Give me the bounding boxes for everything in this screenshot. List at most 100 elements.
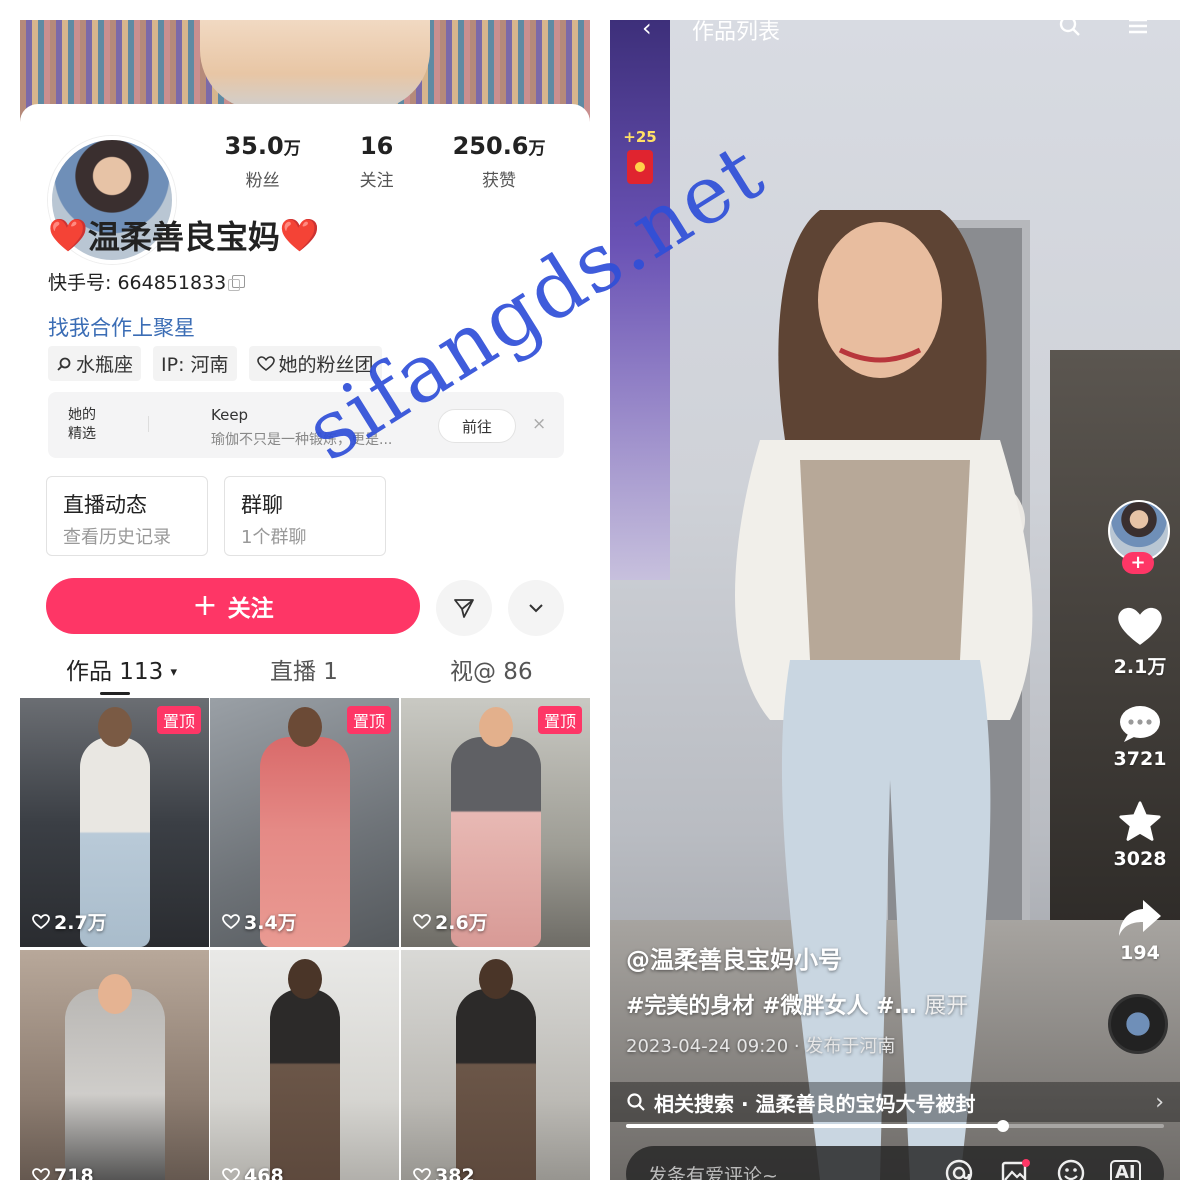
stat-label: 关注 <box>359 171 394 191</box>
heart-outline-icon <box>32 913 50 929</box>
profile-tabs: 作品 113 ▾ 直播 1 视@ 86 <box>20 652 590 696</box>
caret-down-icon: ▾ <box>170 665 178 680</box>
comment-button[interactable]: 3721 <box>1108 704 1172 770</box>
more-options-button[interactable] <box>508 580 564 636</box>
profile-panel: 35.0万 粉丝 16 关注 250.6万 获赞 ❤️ 温柔善良宝妈 ❤️ 快手… <box>20 20 590 1180</box>
like-button[interactable]: 2.1万 <box>1108 606 1172 679</box>
send-icon <box>454 599 474 618</box>
heart-outline-icon <box>222 913 240 929</box>
video-tile[interactable]: 置顶 2.7万 <box>20 698 209 947</box>
video-tile[interactable]: 置顶 2.6万 <box>401 698 590 947</box>
video-author[interactable]: @温柔善良宝妈小号 <box>626 940 842 975</box>
red-packet-reward[interactable]: +25 <box>614 128 666 184</box>
tag-ip: IP: 河南 <box>153 346 237 381</box>
video-meta: 2023-04-24 09:20 · 发布于河南 <box>626 1036 896 1057</box>
tile-likes: 718 <box>32 1165 94 1180</box>
chevron-down-icon <box>529 604 543 613</box>
tile-likes: 2.7万 <box>32 908 107 935</box>
comment-icon <box>1120 706 1160 742</box>
plus-icon: + <box>192 588 218 623</box>
pinned-badge: 置顶 <box>156 706 201 734</box>
featured-go-button[interactable]: 前往 <box>438 409 516 443</box>
music-disc-icon[interactable] <box>1108 994 1168 1054</box>
video-topbar: ‹ 作品列表 <box>630 20 1160 45</box>
tag-zodiac[interactable]: 水瓶座 <box>48 346 142 381</box>
featured-title: 她的精选 <box>68 407 96 442</box>
tab-works[interactable]: 作品 113 ▾ <box>66 652 177 686</box>
tab-video[interactable]: 视@ 86 <box>450 652 533 686</box>
ai-icon[interactable]: AI <box>1110 1160 1141 1180</box>
related-search-bar[interactable]: 相关搜索 · 温柔善良的宝妈大号被封 › <box>610 1082 1180 1122</box>
pinned-badge: 置顶 <box>537 706 582 734</box>
share-button[interactable] <box>436 580 492 636</box>
heart-emoji-icon: ❤️ <box>48 216 88 254</box>
expand-caption-link[interactable]: 展开 <box>924 994 968 1019</box>
stat-fans[interactable]: 35.0万 粉丝 <box>224 132 300 191</box>
favorite-count: 3028 <box>1113 848 1167 870</box>
favorite-button[interactable]: 3028 <box>1108 800 1172 870</box>
video-tile[interactable]: 468 <box>210 950 399 1180</box>
heart-emoji-icon: ❤️ <box>279 216 320 254</box>
featured-section: 她的精选 Keep 瑜伽不只是一种锻炼，更是... 前往 × <box>48 392 564 458</box>
heart-icon <box>1118 607 1162 645</box>
copy-icon[interactable] <box>228 275 246 291</box>
search-icon[interactable] <box>1058 20 1082 38</box>
active-tab-indicator <box>100 692 130 695</box>
stat-following[interactable]: 16 关注 <box>360 132 394 191</box>
progress-fill <box>626 1124 1003 1128</box>
image-icon[interactable] <box>1000 1158 1030 1180</box>
topbar-title: 作品列表 <box>692 20 781 45</box>
profile-nickname: ❤️ 温柔善良宝妈 ❤️ <box>48 216 320 256</box>
chevron-right-icon: › <box>1155 1089 1164 1115</box>
stat-label: 获赞 <box>482 171 517 191</box>
kuaishou-id: 快手号: 664851833 <box>48 268 246 295</box>
heart-outline-icon <box>413 913 431 929</box>
video-tile[interactable]: 置顶 3.4万 <box>210 698 399 947</box>
follow-plus-icon[interactable]: + <box>1122 552 1154 574</box>
card-group-chat[interactable]: 群聊 1个群聊 <box>224 476 386 556</box>
featured-divider <box>148 416 149 432</box>
heart-outline-icon <box>413 1168 431 1180</box>
share-arrow-icon <box>1119 900 1161 936</box>
video-progress-bar[interactable] <box>626 1120 1164 1132</box>
comment-count: 3721 <box>1113 748 1167 770</box>
heart-outline-icon <box>32 1168 50 1180</box>
stat-label: 粉丝 <box>245 171 280 191</box>
tag-fan-club[interactable]: 她的粉丝团 <box>248 346 382 381</box>
heart-outline-icon <box>222 1168 240 1180</box>
at-icon[interactable] <box>944 1158 974 1180</box>
stat-likes[interactable]: 250.6万 获赞 <box>453 132 546 191</box>
tile-likes: 382 <box>413 1165 475 1180</box>
card-live-history[interactable]: 直播动态 查看历史记录 <box>46 476 208 556</box>
works-grid: 置顶 2.7万 置顶 3.4万 置顶 2.6万 718 468 382 <box>20 698 590 1180</box>
search-icon <box>57 357 71 371</box>
follow-button[interactable]: + 关注 <box>46 578 420 634</box>
collab-link[interactable]: 找我合作上聚星 <box>48 312 195 342</box>
heart-outline-icon <box>256 355 275 371</box>
tile-likes: 468 <box>222 1165 284 1180</box>
search-icon <box>627 1093 645 1111</box>
progress-knob[interactable] <box>996 1120 1009 1132</box>
like-count: 2.1万 <box>1113 656 1167 678</box>
red-envelope-icon <box>627 150 653 184</box>
tile-likes: 3.4万 <box>222 908 297 935</box>
share-count: 194 <box>1120 942 1160 964</box>
comment-input[interactable]: 发条有爱评论~ AI <box>626 1146 1164 1180</box>
video-tile[interactable]: 718 <box>20 950 209 1180</box>
close-icon[interactable]: × <box>532 414 546 434</box>
profile-tags: 水瓶座 IP: 河南 她的粉丝团 <box>48 346 382 381</box>
pinned-badge: 置顶 <box>346 706 391 734</box>
video-panel[interactable]: ‹ 作品列表 +25 + 2.1万 3721 3028 194 @温柔善良宝妈小… <box>610 20 1180 1180</box>
share-video-button[interactable]: 194 <box>1108 898 1172 964</box>
featured-item-title[interactable]: Keep <box>211 406 248 424</box>
video-tile[interactable]: 382 <box>401 950 590 1180</box>
featured-item-desc[interactable]: 瑜伽不只是一种锻炼，更是... <box>211 429 411 449</box>
more-icon[interactable] <box>1126 20 1150 38</box>
profile-stats: 35.0万 粉丝 16 关注 250.6万 获赞 <box>195 132 575 191</box>
emoji-icon[interactable] <box>1056 1158 1086 1180</box>
back-icon[interactable]: ‹ <box>642 20 652 42</box>
tab-live[interactable]: 直播 1 <box>270 652 338 686</box>
video-caption: #完美的身材 #微胖女人 #… 展开 <box>626 994 969 1019</box>
tile-likes: 2.6万 <box>413 908 488 935</box>
star-icon <box>1119 801 1161 841</box>
